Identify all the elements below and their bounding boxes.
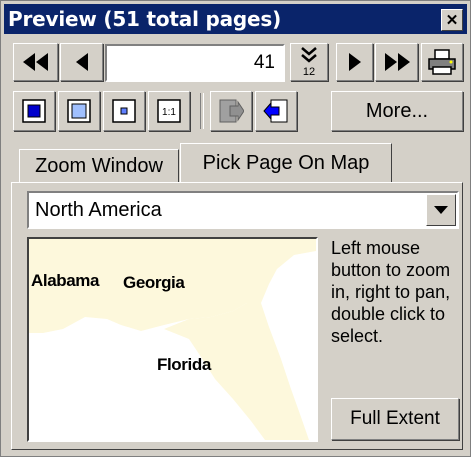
- next-page-button[interactable]: [336, 43, 373, 81]
- svg-text:1:1: 1:1: [162, 107, 176, 118]
- previous-page-icon: [75, 53, 88, 71]
- full-extent-button[interactable]: Full Extent: [331, 398, 459, 440]
- more-button[interactable]: More...: [331, 91, 463, 131]
- go-to-page-button[interactable]: 12: [290, 43, 328, 81]
- more-button-label: More...: [365, 99, 429, 122]
- tab-pick-page-on-map-label: Pick Page On Map: [202, 151, 370, 174]
- region-select[interactable]: North America: [27, 191, 459, 229]
- print-button[interactable]: [421, 43, 463, 81]
- map-view[interactable]: Alabama Georgia Florida: [27, 237, 318, 442]
- close-icon: ✕: [445, 11, 459, 29]
- close-button[interactable]: ✕: [441, 9, 463, 31]
- map-label-alabama: Alabama: [31, 271, 100, 290]
- print-icon: [428, 49, 456, 75]
- first-page-button[interactable]: [13, 43, 58, 81]
- zoom-in-button[interactable]: [58, 91, 100, 131]
- export-icon: [219, 99, 244, 123]
- last-page-icon: [384, 53, 410, 71]
- svg-text:12: 12: [303, 66, 315, 78]
- actual-size-icon: 1:1: [157, 99, 181, 123]
- next-page-icon: [348, 53, 361, 71]
- zoom-full-button[interactable]: [13, 91, 55, 131]
- zoom-out-icon: [112, 99, 136, 123]
- export-button[interactable]: [210, 91, 252, 131]
- tab-zoom-window[interactable]: Zoom Window: [19, 149, 179, 183]
- tab-zoom-window-label: Zoom Window: [35, 154, 163, 177]
- actual-size-button[interactable]: 1:1: [148, 91, 190, 131]
- first-page-icon: [22, 53, 48, 71]
- map-label-georgia: Georgia: [123, 273, 185, 292]
- zoom-in-icon: [67, 99, 91, 123]
- zoom-out-button[interactable]: [103, 91, 145, 131]
- title-bar: Preview (51 total pages) ✕: [4, 4, 467, 34]
- region-select-value: North America: [35, 199, 162, 221]
- dropdown-arrow-button[interactable]: [426, 194, 456, 226]
- dropdown-arrow-icon: [434, 206, 448, 214]
- last-page-button[interactable]: [375, 43, 418, 81]
- map-land: [29, 239, 316, 440]
- tab-pick-page-on-map[interactable]: Pick Page On Map: [180, 143, 392, 183]
- preview-window: Preview (51 total pages) ✕ 41 12 1:1 Mor…: [0, 0, 471, 457]
- import-icon: [263, 99, 288, 123]
- previous-page-button[interactable]: [60, 43, 103, 81]
- map-instructions: Left mouse button to zoom in, right to p…: [331, 238, 451, 346]
- page-number-input[interactable]: 41: [105, 44, 285, 82]
- full-extent-label: Full Extent: [350, 408, 440, 429]
- import-button[interactable]: [255, 91, 297, 131]
- map-label-florida: Florida: [157, 355, 211, 374]
- zoom-full-icon: [22, 99, 46, 123]
- toolbar-separator: [200, 93, 204, 129]
- go-to-page-icon: 12: [301, 47, 317, 78]
- window-title: Preview (51 total pages): [8, 7, 282, 31]
